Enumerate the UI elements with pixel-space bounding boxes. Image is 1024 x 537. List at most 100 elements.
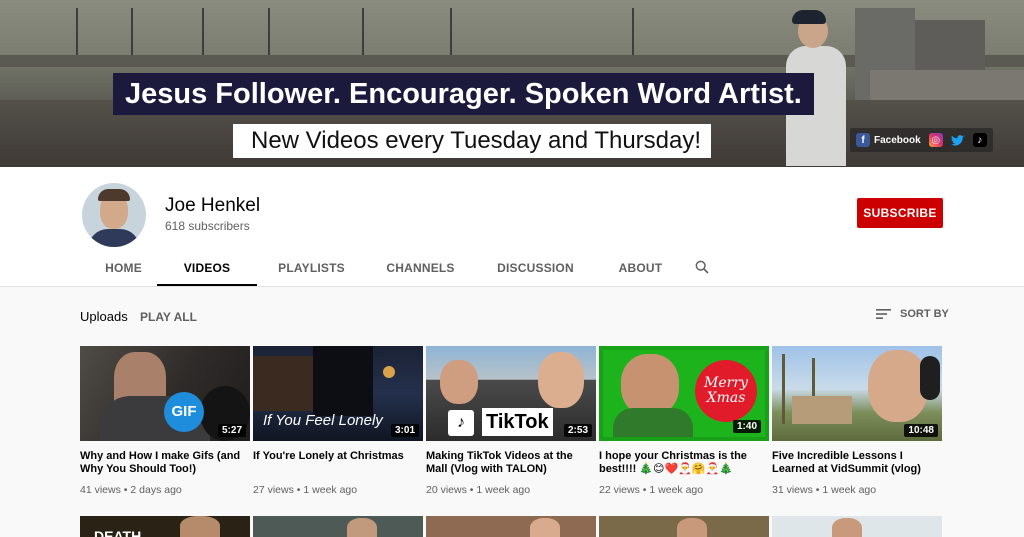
upload-age: 2 days ago [130,484,182,496]
video-meta: 20 views • 1 week ago [426,484,596,496]
banner-pole [362,8,364,58]
tab-playlists[interactable]: PLAYLISTS [257,250,366,286]
thumb-shirt [613,408,693,437]
view-count: 22 views [599,484,640,496]
subscribe-button[interactable]: SUBSCRIBE [857,198,943,228]
upload-age: 1 week ago [822,484,877,496]
thumb-caption: DEATH [94,528,142,537]
thumb-person [180,516,220,537]
video-title[interactable]: Why and How I make Gifs (and Why You Sho… [80,450,250,476]
video-duration: 5:27 [217,424,246,437]
sort-icon [876,309,891,319]
video-thumbnail[interactable]: ♪ TikTok 2:53 [426,346,596,441]
video-card[interactable]: 10:48 Five Incredible Lessons I Learned … [772,346,942,496]
tiktok-icon: ♪ [448,410,474,436]
video-duration: 10:48 [904,424,938,437]
video-card[interactable]: Merry Xmas 1:40 I hope your Christmas is … [599,346,769,496]
tiktok-icon[interactable]: ♪ [972,133,987,147]
view-count: 20 views [426,484,467,496]
video-thumbnail[interactable]: GIF 5:27 [80,346,250,441]
video-thumbnail[interactable]: If You Feel Lonely 3:01 [253,346,423,441]
play-all-button[interactable]: PLAY ALL [140,310,197,324]
sort-by-label: SORT BY [900,308,949,320]
video-thumbnail[interactable] [599,516,769,537]
thumb-building [792,396,852,424]
thumb-person [677,518,707,537]
banner-pole [450,8,452,58]
thumb-person [530,518,560,537]
video-meta: 27 views • 1 week ago [253,484,423,496]
meta-separator: • [123,484,128,496]
meta-separator: • [296,484,301,496]
thumb-person [538,352,584,408]
thumb-person [868,350,928,422]
video-thumbnail[interactable] [772,516,942,537]
banner-pole [202,8,204,58]
meta-separator: • [469,484,474,496]
banner-pole [632,8,634,58]
banner-pole [76,8,78,58]
video-thumbnail[interactable]: DEATH [80,516,250,537]
tab-videos[interactable]: VIDEOS [157,250,257,286]
thumb-person [347,518,377,537]
channel-banner: Jesus Follower. Encourager. Spoken Word … [0,0,1024,167]
upload-age: 1 week ago [476,484,531,496]
video-duration: 2:53 [563,424,592,437]
video-title[interactable]: Making TikTok Videos at the Mall (Vlog w… [426,450,596,476]
thumb-person [832,518,862,537]
video-meta: 41 views • 2 days ago [80,484,250,496]
subscriber-count: 618 subscribers [165,219,250,233]
sort-by-button[interactable]: SORT BY [876,308,949,320]
upload-age: 1 week ago [303,484,358,496]
banner-social-links: f Facebook ◎ ♪ [850,128,993,152]
section-title[interactable]: Uploads [80,309,128,324]
thumb-caption: Merry Xmas [695,360,757,422]
thumb-person [440,360,478,404]
twitter-icon[interactable] [951,133,965,147]
video-duration: 1:40 [732,420,761,433]
video-thumbnail[interactable]: 10:48 [772,346,942,441]
thumb-person-silhouette [313,346,373,416]
meta-separator: • [642,484,647,496]
video-card[interactable]: If You Feel Lonely 3:01 If You're Lonely… [253,346,423,496]
gif-badge: GIF [164,392,204,432]
banner-tagline: New Videos every Tuesday and Thursday! [233,124,712,158]
video-card[interactable]: GIF 5:27 Why and How I make Gifs (and Wh… [80,346,250,496]
video-thumbnail[interactable] [253,516,423,537]
video-title[interactable]: Five Incredible Lessons I Learned at Vid… [772,450,942,476]
banner-pole [131,8,133,58]
tab-about[interactable]: ABOUT [596,250,685,286]
view-count: 27 views [253,484,294,496]
video-thumbnail[interactable] [426,516,596,537]
thumb-person [621,354,679,416]
search-icon [695,260,709,274]
facebook-link-label: Facebook [874,134,921,146]
video-thumbnail[interactable]: Merry Xmas 1:40 [599,346,769,441]
thumb-caption: TikTok [482,408,553,436]
channel-name: Joe Henkel [165,195,261,216]
thumb-light [383,366,395,378]
thumb-palm-tree [782,354,785,424]
tab-channels[interactable]: CHANNELS [366,250,475,286]
banner-pole [268,8,270,58]
video-card[interactable]: ♪ TikTok 2:53 Making TikTok Videos at th… [426,346,596,496]
thumb-headphones [920,356,940,400]
video-meta: 31 views • 1 week ago [772,484,942,496]
video-meta: 22 views • 1 week ago [599,484,769,496]
facebook-icon: f [856,133,870,147]
thumb-caption: If You Feel Lonely [263,412,383,429]
upload-age: 1 week ago [649,484,704,496]
avatar[interactable] [82,183,146,247]
video-duration: 3:01 [390,424,419,437]
thumb-wall [253,356,313,411]
tab-discussion[interactable]: DISCUSSION [475,250,596,286]
tab-home[interactable]: HOME [90,250,157,286]
video-title[interactable]: If You're Lonely at Christmas [253,450,423,476]
banner-headline: Jesus Follower. Encourager. Spoken Word … [113,73,814,115]
channel-tabs: HOME VIDEOS PLAYLISTS CHANNELS DISCUSSIO… [90,250,719,286]
view-count: 31 views [772,484,813,496]
channel-search-button[interactable] [685,250,719,286]
instagram-icon[interactable]: ◎ [928,133,943,147]
video-title[interactable]: I hope your Christmas is the best!!!! 🎄😊… [599,450,769,476]
facebook-link[interactable]: f Facebook [856,133,921,147]
